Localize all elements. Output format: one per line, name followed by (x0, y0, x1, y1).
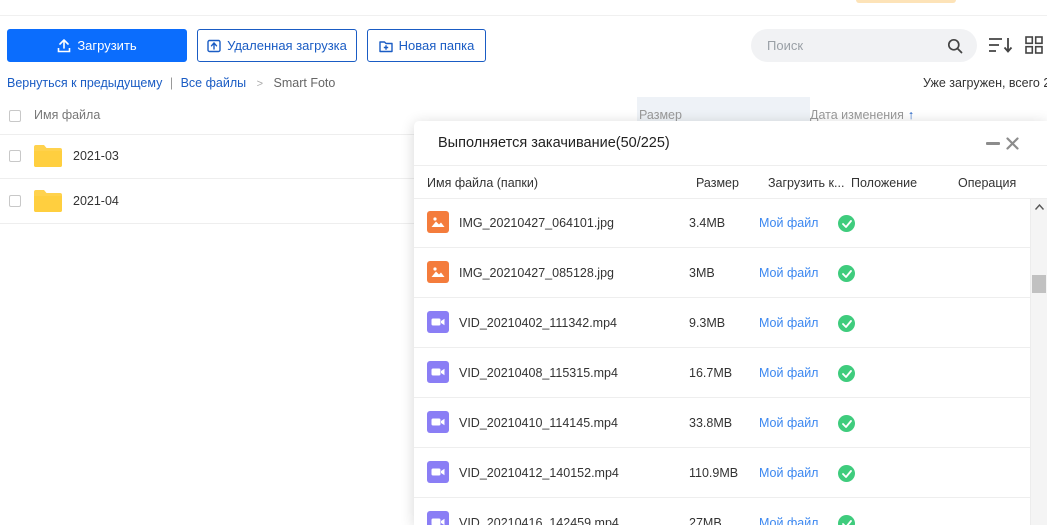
download-file-size: 27MB (689, 516, 722, 525)
download-row: VID_20210412_140152.mp4 110.9MB Мой файл (414, 448, 1030, 498)
image-file-icon (427, 211, 449, 233)
success-check-icon (838, 265, 855, 282)
video-file-icon (427, 411, 449, 433)
header-size: Размер (696, 176, 739, 190)
remote-upload-label: Удаленная загрузка (227, 38, 347, 53)
video-file-icon (427, 361, 449, 383)
select-all-checkbox[interactable] (9, 110, 21, 122)
folder-icon (34, 190, 62, 217)
search-icon[interactable] (947, 38, 963, 54)
success-check-icon (838, 415, 855, 432)
header-upload-to: Загрузить к... (768, 176, 845, 190)
sort-asc-icon: ↑ (907, 108, 915, 122)
success-check-icon (838, 315, 855, 332)
video-file-icon (427, 311, 449, 333)
download-file-name: IMG_20210427_085128.jpg (459, 266, 614, 280)
breadcrumb-arrow: > (256, 78, 264, 90)
download-file-size: 3.4MB (689, 216, 726, 230)
destination-link[interactable]: Мой файл (759, 366, 818, 380)
header-position: Положение (851, 176, 918, 190)
destination-link[interactable]: Мой файл (759, 516, 818, 525)
download-row: IMG_20210427_085128.jpg 3MB Мой файл (414, 248, 1030, 298)
download-file-name: VID_20210410_114145.mp4 (459, 416, 618, 430)
destination-link[interactable]: Мой файл (759, 466, 818, 480)
download-panel: Выполняется закачивание(50/225) Имя файл… (414, 121, 1047, 525)
download-file-size: 33.8MB (689, 416, 733, 430)
header-operation: Операция (958, 176, 1017, 190)
row-checkbox[interactable] (9, 195, 21, 207)
video-file-icon (427, 461, 449, 483)
breadcrumb: Вернуться к предыдущему | Все файлы > Sm… (7, 76, 335, 90)
destination-link[interactable]: Мой файл (759, 416, 818, 430)
grid-view-icon[interactable] (1024, 35, 1044, 55)
top-accent (856, 0, 956, 3)
folder-icon (34, 145, 62, 172)
destination-link[interactable]: Мой файл (759, 216, 818, 230)
loaded-status-text: Уже загружен, всего 2 (923, 76, 1047, 90)
remote-upload-icon (207, 39, 221, 53)
destination-link[interactable]: Мой файл (759, 266, 818, 280)
download-file-size: 110.9MB (689, 466, 739, 480)
remote-upload-button[interactable]: Удаленная загрузка (197, 29, 357, 62)
download-file-name: IMG_20210427_064101.jpg (459, 216, 614, 230)
close-icon[interactable] (1004, 135, 1020, 151)
search-input[interactable] (765, 37, 947, 54)
video-file-icon (427, 511, 449, 525)
column-header-date[interactable]: Дата изменения ↑ (810, 108, 914, 122)
download-list: IMG_20210427_064101.jpg 3.4MB Мой файл I… (414, 198, 1030, 525)
download-row: IMG_20210427_064101.jpg 3.4MB Мой файл (414, 198, 1030, 248)
new-folder-button[interactable]: Новая папка (367, 29, 486, 62)
column-header-date-label: Дата изменения (810, 108, 904, 122)
download-row: VID_20210408_115315.mp4 16.7MB Мой файл (414, 348, 1030, 398)
file-name[interactable]: 2021-03 (73, 149, 119, 163)
breadcrumb-current: Smart Foto (273, 76, 336, 90)
upload-label: Загрузить (77, 38, 137, 53)
scroll-up-arrow-icon[interactable] (1034, 202, 1044, 212)
download-file-size: 3MB (689, 266, 715, 280)
download-panel-title: Выполняется закачивание(50/225) (438, 135, 670, 151)
download-file-name: VID_20210412_140152.mp4 (459, 466, 619, 480)
file-name[interactable]: 2021-04 (73, 194, 119, 208)
destination-link[interactable]: Мой файл (759, 316, 818, 330)
image-file-icon (427, 261, 449, 283)
new-folder-icon (378, 39, 393, 53)
breadcrumb-all-files-link[interactable]: Все файлы (181, 76, 247, 90)
new-folder-label: Новая папка (398, 38, 475, 53)
search-box (751, 29, 977, 62)
success-check-icon (838, 465, 855, 482)
download-row: VID_20210410_114145.mp4 33.8MB Мой файл (414, 398, 1030, 448)
download-table-header: Имя файла (папки) Размер Загрузить к... … (414, 165, 1047, 199)
download-list-scrollbar[interactable] (1030, 199, 1047, 525)
scrollbar-thumb[interactable] (1032, 275, 1046, 293)
upload-button[interactable]: Загрузить (7, 29, 187, 62)
row-checkbox[interactable] (9, 150, 21, 162)
header-file-name: Имя файла (папки) (427, 176, 539, 190)
sort-icon[interactable] (986, 34, 1014, 56)
download-row: VID_20210402_111342.mp4 9.3MB Мой файл (414, 298, 1030, 348)
upload-icon (57, 38, 71, 53)
breadcrumb-back-link[interactable]: Вернуться к предыдущему (7, 76, 162, 90)
download-file-name: VID_20210416_142459.mp4 (459, 516, 619, 525)
success-check-icon (838, 365, 855, 382)
download-file-size: 16.7MB (689, 366, 733, 380)
success-check-icon (838, 515, 855, 525)
top-bar (0, 0, 1047, 16)
breadcrumb-separator: | (169, 76, 174, 90)
download-file-name: VID_20210408_115315.mp4 (459, 366, 618, 380)
download-file-size: 9.3MB (689, 316, 726, 330)
download-row: VID_20210416_142459.mp4 27MB Мой файл (414, 498, 1030, 525)
column-header-name[interactable]: Имя файла (34, 108, 100, 122)
download-file-name: VID_20210402_111342.mp4 (459, 316, 618, 330)
success-check-icon (838, 215, 855, 232)
minimize-icon[interactable] (986, 142, 1000, 145)
